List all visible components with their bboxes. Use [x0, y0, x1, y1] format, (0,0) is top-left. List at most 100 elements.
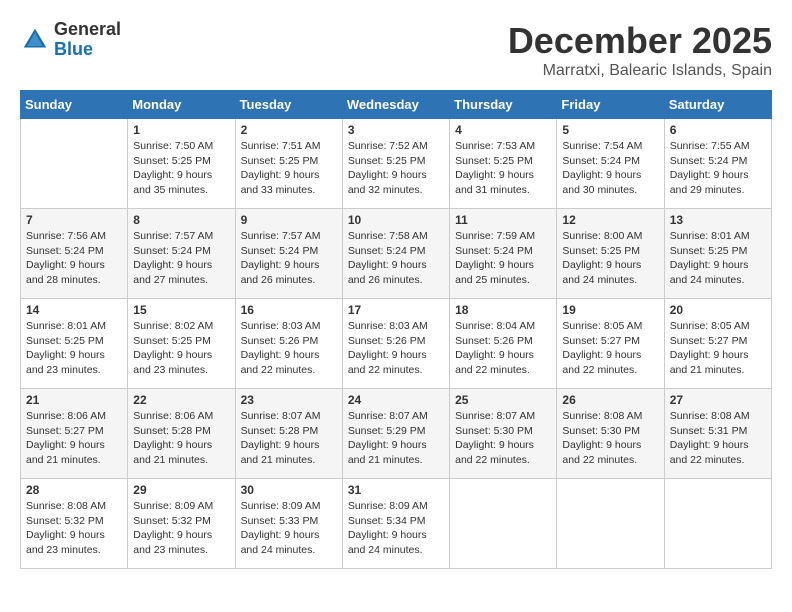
sunrise-label: Sunrise: 8:00 AM	[562, 230, 642, 242]
day-info: Sunrise: 7:57 AM Sunset: 5:24 PM Dayligh…	[133, 229, 229, 288]
col-sunday: Sunday	[21, 91, 128, 119]
day-info: Sunrise: 8:05 AM Sunset: 5:27 PM Dayligh…	[562, 319, 658, 378]
col-tuesday: Tuesday	[235, 91, 342, 119]
sunset-label: Sunset: 5:32 PM	[26, 515, 104, 527]
sunset-label: Sunset: 5:30 PM	[562, 425, 640, 437]
sunset-label: Sunset: 5:24 PM	[670, 155, 748, 167]
sunset-label: Sunset: 5:28 PM	[133, 425, 211, 437]
day-number: 28	[26, 483, 122, 497]
daylight-label: Daylight: 9 hours and 22 minutes.	[241, 349, 320, 376]
daylight-label: Daylight: 9 hours and 22 minutes.	[348, 349, 427, 376]
sunset-label: Sunset: 5:24 PM	[348, 245, 426, 257]
daylight-label: Daylight: 9 hours and 25 minutes.	[455, 259, 534, 286]
day-number: 21	[26, 393, 122, 407]
col-monday: Monday	[128, 91, 235, 119]
daylight-label: Daylight: 9 hours and 22 minutes.	[455, 439, 534, 466]
daylight-label: Daylight: 9 hours and 21 minutes.	[133, 439, 212, 466]
daylight-label: Daylight: 9 hours and 29 minutes.	[670, 169, 749, 196]
sunrise-label: Sunrise: 8:07 AM	[455, 410, 535, 422]
day-number: 14	[26, 303, 122, 317]
sunset-label: Sunset: 5:27 PM	[26, 425, 104, 437]
sunrise-label: Sunrise: 8:01 AM	[26, 320, 106, 332]
table-row: 8 Sunrise: 7:57 AM Sunset: 5:24 PM Dayli…	[128, 209, 235, 299]
sunrise-label: Sunrise: 7:50 AM	[133, 140, 213, 152]
day-number: 19	[562, 303, 658, 317]
sunrise-label: Sunrise: 8:08 AM	[26, 500, 106, 512]
day-number: 26	[562, 393, 658, 407]
day-number: 10	[348, 213, 444, 227]
sunrise-label: Sunrise: 8:03 AM	[241, 320, 321, 332]
table-row: 18 Sunrise: 8:04 AM Sunset: 5:26 PM Dayl…	[450, 299, 557, 389]
col-saturday: Saturday	[664, 91, 771, 119]
table-row: 17 Sunrise: 8:03 AM Sunset: 5:26 PM Dayl…	[342, 299, 449, 389]
day-number: 25	[455, 393, 551, 407]
day-number: 29	[133, 483, 229, 497]
table-row: 25 Sunrise: 8:07 AM Sunset: 5:30 PM Dayl…	[450, 389, 557, 479]
sunset-label: Sunset: 5:24 PM	[455, 245, 533, 257]
table-row: 28 Sunrise: 8:08 AM Sunset: 5:32 PM Dayl…	[21, 479, 128, 569]
sunrise-label: Sunrise: 8:09 AM	[241, 500, 321, 512]
sunset-label: Sunset: 5:27 PM	[670, 335, 748, 347]
day-number: 27	[670, 393, 766, 407]
sunset-label: Sunset: 5:25 PM	[26, 335, 104, 347]
daylight-label: Daylight: 9 hours and 26 minutes.	[348, 259, 427, 286]
sunset-label: Sunset: 5:26 PM	[348, 335, 426, 347]
day-number: 7	[26, 213, 122, 227]
table-row: 7 Sunrise: 7:56 AM Sunset: 5:24 PM Dayli…	[21, 209, 128, 299]
daylight-label: Daylight: 9 hours and 22 minutes.	[670, 439, 749, 466]
day-info: Sunrise: 8:04 AM Sunset: 5:26 PM Dayligh…	[455, 319, 551, 378]
day-info: Sunrise: 8:07 AM Sunset: 5:28 PM Dayligh…	[241, 409, 337, 468]
sunrise-label: Sunrise: 8:07 AM	[241, 410, 321, 422]
sunrise-label: Sunrise: 8:09 AM	[348, 500, 428, 512]
day-info: Sunrise: 8:00 AM Sunset: 5:25 PM Dayligh…	[562, 229, 658, 288]
sunrise-label: Sunrise: 7:58 AM	[348, 230, 428, 242]
day-number: 9	[241, 213, 337, 227]
sunset-label: Sunset: 5:24 PM	[241, 245, 319, 257]
day-number: 20	[670, 303, 766, 317]
daylight-label: Daylight: 9 hours and 21 minutes.	[348, 439, 427, 466]
col-thursday: Thursday	[450, 91, 557, 119]
daylight-label: Daylight: 9 hours and 22 minutes.	[562, 349, 641, 376]
sunrise-label: Sunrise: 7:57 AM	[133, 230, 213, 242]
table-row: 16 Sunrise: 8:03 AM Sunset: 5:26 PM Dayl…	[235, 299, 342, 389]
daylight-label: Daylight: 9 hours and 35 minutes.	[133, 169, 212, 196]
table-row	[21, 119, 128, 209]
day-number: 6	[670, 123, 766, 137]
table-row: 4 Sunrise: 7:53 AM Sunset: 5:25 PM Dayli…	[450, 119, 557, 209]
table-row: 22 Sunrise: 8:06 AM Sunset: 5:28 PM Dayl…	[128, 389, 235, 479]
sunrise-label: Sunrise: 8:05 AM	[670, 320, 750, 332]
daylight-label: Daylight: 9 hours and 31 minutes.	[455, 169, 534, 196]
day-number: 8	[133, 213, 229, 227]
day-info: Sunrise: 7:50 AM Sunset: 5:25 PM Dayligh…	[133, 139, 229, 198]
sunrise-label: Sunrise: 8:05 AM	[562, 320, 642, 332]
sunset-label: Sunset: 5:25 PM	[455, 155, 533, 167]
daylight-label: Daylight: 9 hours and 26 minutes.	[241, 259, 320, 286]
sunset-label: Sunset: 5:25 PM	[133, 335, 211, 347]
daylight-label: Daylight: 9 hours and 30 minutes.	[562, 169, 641, 196]
daylight-label: Daylight: 9 hours and 23 minutes.	[26, 349, 105, 376]
table-row: 21 Sunrise: 8:06 AM Sunset: 5:27 PM Dayl…	[21, 389, 128, 479]
sunrise-label: Sunrise: 8:09 AM	[133, 500, 213, 512]
sunrise-label: Sunrise: 7:56 AM	[26, 230, 106, 242]
day-number: 23	[241, 393, 337, 407]
table-row: 19 Sunrise: 8:05 AM Sunset: 5:27 PM Dayl…	[557, 299, 664, 389]
day-number: 15	[133, 303, 229, 317]
day-number: 4	[455, 123, 551, 137]
day-info: Sunrise: 7:55 AM Sunset: 5:24 PM Dayligh…	[670, 139, 766, 198]
sunrise-label: Sunrise: 7:55 AM	[670, 140, 750, 152]
table-row: 30 Sunrise: 8:09 AM Sunset: 5:33 PM Dayl…	[235, 479, 342, 569]
col-friday: Friday	[557, 91, 664, 119]
table-row: 31 Sunrise: 8:09 AM Sunset: 5:34 PM Dayl…	[342, 479, 449, 569]
day-info: Sunrise: 7:57 AM Sunset: 5:24 PM Dayligh…	[241, 229, 337, 288]
sunrise-label: Sunrise: 7:52 AM	[348, 140, 428, 152]
table-row: 6 Sunrise: 7:55 AM Sunset: 5:24 PM Dayli…	[664, 119, 771, 209]
day-number: 22	[133, 393, 229, 407]
day-info: Sunrise: 8:05 AM Sunset: 5:27 PM Dayligh…	[670, 319, 766, 378]
sunset-label: Sunset: 5:33 PM	[241, 515, 319, 527]
day-number: 12	[562, 213, 658, 227]
day-number: 16	[241, 303, 337, 317]
table-row	[450, 479, 557, 569]
table-row: 11 Sunrise: 7:59 AM Sunset: 5:24 PM Dayl…	[450, 209, 557, 299]
col-wednesday: Wednesday	[342, 91, 449, 119]
sunrise-label: Sunrise: 8:06 AM	[26, 410, 106, 422]
